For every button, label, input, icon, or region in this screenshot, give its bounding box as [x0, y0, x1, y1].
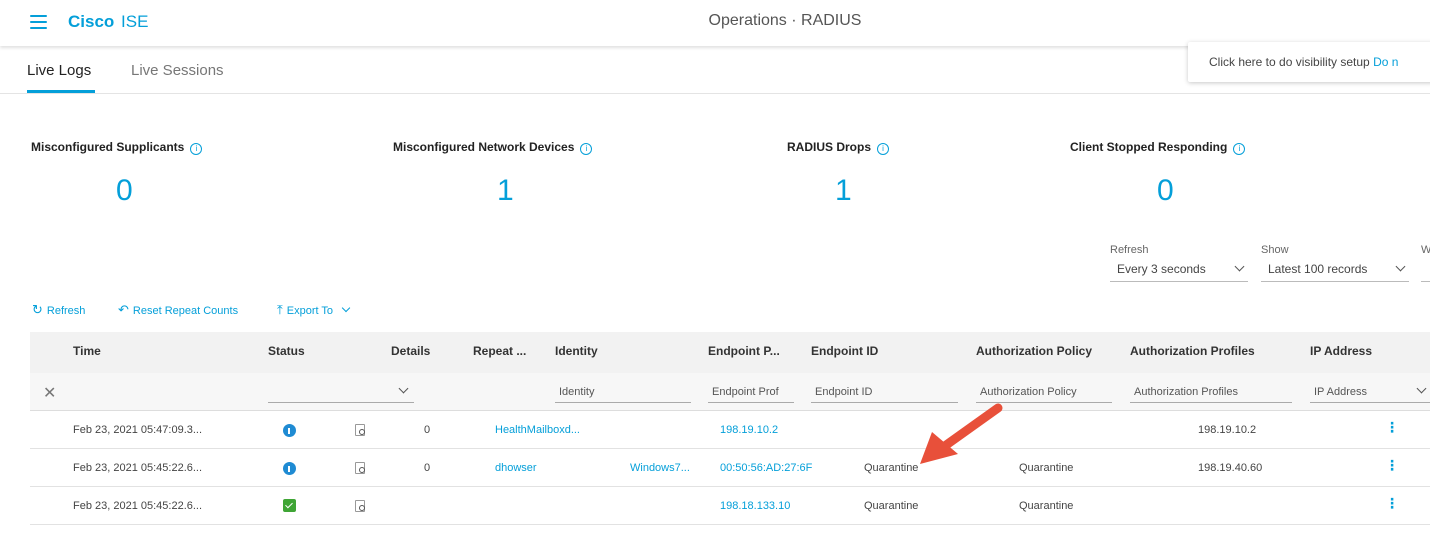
metric-label: Client Stopped Responding: [1070, 140, 1228, 154]
refresh-label: Refresh: [1110, 244, 1149, 256]
visibility-setup-link[interactable]: Do n: [1373, 55, 1398, 69]
export-to-button[interactable]: ⤒ Export To: [277, 302, 351, 318]
refresh-interval-value: Every 3 seconds: [1117, 262, 1206, 276]
clear-filters-icon[interactable]: ✕: [43, 383, 56, 403]
undo-icon: ↶: [118, 302, 129, 317]
cell-endpoint-id[interactable]: 198.19.10.2: [720, 424, 778, 436]
column-header-endpoint-profile[interactable]: Endpoint P...: [708, 344, 780, 358]
within-control: W: [1421, 244, 1430, 282]
details-icon[interactable]: [355, 500, 365, 512]
refresh-interval-select[interactable]: Every 3 seconds: [1110, 261, 1248, 282]
column-header-details[interactable]: Details: [391, 344, 430, 358]
column-header-endpoint-id[interactable]: Endpoint ID: [811, 344, 878, 358]
reset-repeat-counts-button[interactable]: ↶ Reset Repeat Counts: [118, 302, 238, 318]
table-row[interactable]: Feb 23, 2021 05:47:09.3... 0 HealthMailb…: [30, 411, 1430, 449]
cell-time: Feb 23, 2021 05:47:09.3...: [73, 424, 203, 436]
metric-label: Misconfigured Supplicants: [31, 140, 185, 154]
cell-authorization-profiles: Quarantine: [1019, 462, 1074, 474]
ip-address-filter-select[interactable]: IP Address: [1310, 383, 1430, 403]
page-title: Operations · RADIUS: [708, 12, 862, 29]
column-header-identity[interactable]: Identity: [555, 344, 598, 358]
row-actions-icon[interactable]: ⋮: [1385, 420, 1399, 434]
export-to-label: Export To: [286, 305, 334, 317]
column-header-status[interactable]: Status: [268, 344, 305, 358]
row-actions-icon[interactable]: ⋮: [1385, 458, 1399, 472]
cell-identity[interactable]: dhowser: [495, 462, 537, 474]
metric-radius-drops: RADIUS Drops i 1: [787, 138, 890, 207]
cell-time: Feb 23, 2021 05:45:22.6...: [73, 462, 203, 474]
visibility-setup-text: Click here to do visibility setup: [1209, 55, 1370, 69]
tab-live-logs[interactable]: Live Logs: [27, 62, 91, 79]
cell-endpoint-id[interactable]: 198.18.133.10: [720, 500, 790, 512]
authorization-profiles-filter-input[interactable]: Authorization Profiles: [1130, 383, 1292, 403]
metric-label: Misconfigured Network Devices: [393, 140, 575, 154]
cell-ip-address: 198.19.10.2: [1198, 424, 1257, 436]
info-icon[interactable]: i: [190, 143, 203, 155]
cell-ip-address: 198.19.40.60: [1198, 462, 1263, 474]
show-label: Show: [1261, 244, 1289, 256]
show-records-value: Latest 100 records: [1268, 262, 1368, 276]
refresh-button[interactable]: ↻ Refresh: [32, 302, 85, 318]
metric-client-stopped-responding: Client Stopped Responding i 0: [1070, 138, 1246, 207]
annotation-arrow-icon: [920, 403, 1003, 464]
show-records-select[interactable]: Latest 100 records: [1261, 261, 1409, 282]
details-icon[interactable]: [355, 462, 365, 474]
column-header-ip-address[interactable]: IP Address: [1310, 344, 1372, 358]
table-row[interactable]: Feb 23, 2021 05:45:22.6... 0 dhowser Win…: [30, 449, 1430, 487]
info-icon[interactable]: i: [1233, 143, 1246, 155]
info-icon[interactable]: i: [877, 143, 890, 155]
success-status-icon: [283, 499, 296, 512]
identity-filter-input[interactable]: Identity: [555, 383, 691, 403]
cell-authorization-profiles: Quarantine: [1019, 500, 1074, 512]
within-select[interactable]: [1421, 262, 1430, 282]
chevron-down-icon: [1416, 383, 1427, 394]
cell-repeat-count: 0: [424, 424, 431, 436]
show-control: Show Latest 100 records: [1261, 244, 1409, 282]
chevron-down-icon: [341, 303, 351, 313]
cell-repeat-count: 0: [424, 462, 431, 474]
tab-live-sessions[interactable]: Live Sessions: [131, 62, 224, 79]
top-header: Cisco ISE Operations · RADIUS: [0, 0, 1430, 46]
info-status-icon: [283, 462, 296, 475]
info-icon[interactable]: i: [580, 143, 593, 155]
filter-row: ✕ Identity Endpoint Prof Endpoint ID Aut…: [30, 373, 1430, 411]
active-tab-indicator: [27, 90, 95, 93]
refresh-button-label: Refresh: [46, 305, 86, 317]
details-icon[interactable]: [355, 424, 365, 436]
metric-value[interactable]: 1: [497, 174, 514, 208]
column-header-repeat[interactable]: Repeat ...: [473, 344, 526, 358]
metric-value[interactable]: 1: [835, 174, 852, 208]
metric-label: RADIUS Drops: [787, 140, 872, 154]
column-header-authorization-policy[interactable]: Authorization Policy: [976, 344, 1092, 358]
export-icon: ⤒: [277, 302, 283, 317]
visibility-setup-popup: Click here to do visibility setup Do n: [1188, 42, 1430, 82]
column-header-authorization-profiles[interactable]: Authorization Profiles: [1130, 344, 1255, 358]
cell-identity[interactable]: HealthMailboxd...: [495, 424, 580, 436]
status-filter-select[interactable]: [268, 383, 414, 403]
table-header: Time Status Details Repeat ... Identity …: [30, 332, 1430, 373]
cell-time: Feb 23, 2021 05:45:22.6...: [73, 500, 203, 512]
metric-value[interactable]: 0: [1157, 174, 1174, 208]
endpoint-profile-filter-input[interactable]: Endpoint Prof: [708, 383, 794, 403]
cell-authorization-policy: Quarantine: [864, 500, 919, 512]
metric-misconfigured-supplicants: Misconfigured Supplicants i 0: [31, 138, 203, 207]
info-status-icon: [283, 424, 296, 437]
row-actions-icon[interactable]: ⋮: [1385, 496, 1399, 510]
reset-repeat-counts-label: Reset Repeat Counts: [132, 305, 239, 317]
metric-value[interactable]: 0: [116, 174, 133, 208]
cell-endpoint-id[interactable]: 00:50:56:AD:27:6F: [720, 462, 812, 474]
column-header-time[interactable]: Time: [73, 344, 101, 358]
table-row[interactable]: Feb 23, 2021 05:45:22.6... 198.18.133.10…: [30, 487, 1430, 525]
within-label: W: [1421, 244, 1430, 256]
refresh-control: Refresh Every 3 seconds: [1110, 244, 1248, 282]
chevron-down-icon: [1234, 261, 1245, 272]
chevron-down-icon: [398, 383, 409, 394]
chevron-down-icon: [1395, 261, 1406, 272]
metric-misconfigured-network-devices: Misconfigured Network Devices i 1: [393, 138, 593, 207]
cell-endpoint-profile[interactable]: Windows7...: [630, 462, 690, 474]
refresh-icon: ↻: [32, 302, 43, 317]
ip-address-filter-placeholder: IP Address: [1314, 386, 1367, 398]
